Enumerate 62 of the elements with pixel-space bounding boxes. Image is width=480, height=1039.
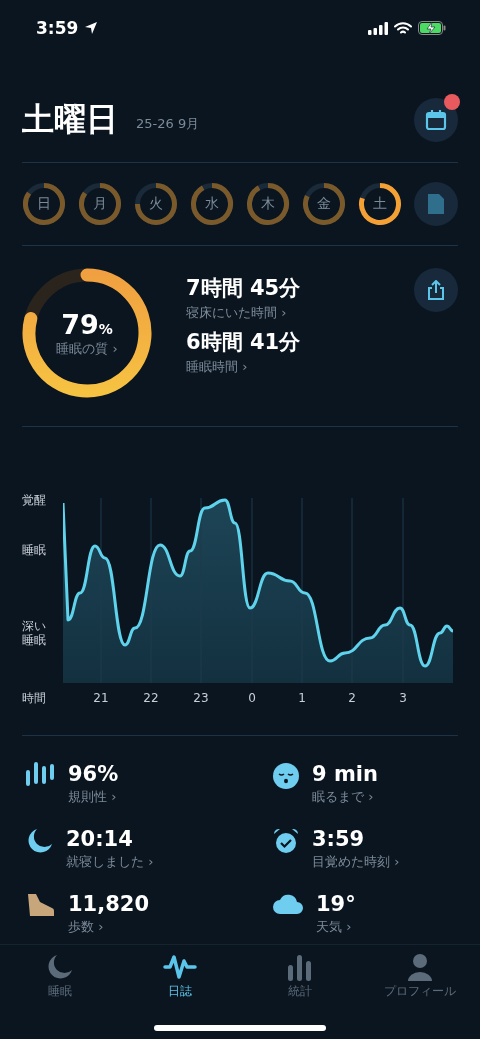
shoe-icon xyxy=(26,892,56,918)
stat-link[interactable]: 天気 › xyxy=(316,918,356,936)
report-button[interactable] xyxy=(414,182,458,226)
stat-value: 96% xyxy=(68,762,119,786)
day-ring[interactable]: 木 xyxy=(246,182,290,226)
quality-percent: 79% xyxy=(61,308,113,340)
location-arrow-icon xyxy=(84,21,99,35)
stat-link[interactable]: 目覚めた時刻 › xyxy=(312,853,400,871)
tab-item[interactable]: 睡眠 xyxy=(0,945,120,1007)
moon-icon xyxy=(46,953,74,981)
person-icon xyxy=(406,953,434,981)
stat-value: 9 min xyxy=(312,762,378,786)
stage-label: 覚醒 xyxy=(22,493,47,508)
hour-label: 22 xyxy=(143,691,159,705)
day-title: 土曜日 xyxy=(22,99,118,140)
duration-link[interactable]: 睡眠時間 › xyxy=(186,358,301,376)
sleeping-face-icon xyxy=(272,762,300,790)
hour-label: 0 xyxy=(248,691,256,705)
date-range: 25-26 9月 xyxy=(136,115,200,133)
stat-link[interactable]: 就寝しました › xyxy=(66,853,154,871)
signal-icon xyxy=(368,21,388,35)
stat-link[interactable]: 眠るまで › xyxy=(312,788,378,806)
day-ring[interactable]: 月 xyxy=(78,182,122,226)
tab-item[interactable]: 日誌 xyxy=(120,945,240,1007)
hour-label: 23 xyxy=(193,691,209,705)
alarm-clock-icon xyxy=(272,827,300,855)
day-ring[interactable]: 土 xyxy=(358,182,402,226)
stat-value: 20:14 xyxy=(66,827,134,851)
battery-charging-icon xyxy=(418,21,446,35)
day-ring[interactable]: 日 xyxy=(22,182,66,226)
day-ring[interactable]: 火 xyxy=(134,182,178,226)
stat-value: 3:59 xyxy=(312,827,366,851)
duration-link[interactable]: 寝床にいた時間 › xyxy=(186,304,301,322)
wave-icon xyxy=(163,953,197,981)
stat-value: 11,820 xyxy=(68,892,150,916)
tab-item[interactable]: プロフィール xyxy=(360,945,480,1007)
day-ring[interactable]: 金 xyxy=(302,182,346,226)
stage-label: 睡眠 xyxy=(22,543,47,558)
cloud-icon xyxy=(272,892,304,916)
stat-link[interactable]: 規則性 › xyxy=(68,788,119,806)
stat-value: 19° xyxy=(316,892,356,916)
axis-title: 時間 xyxy=(22,691,47,706)
hour-label: 1 xyxy=(298,691,306,705)
quality-link[interactable]: 睡眠の質 › xyxy=(56,339,118,358)
day-ring[interactable]: 水 xyxy=(190,182,234,226)
bars-icon xyxy=(26,762,56,788)
hour-label: 2 xyxy=(348,691,356,705)
document-icon xyxy=(427,193,445,215)
duration-value: 6時間 41分 xyxy=(186,329,301,356)
hour-label: 21 xyxy=(93,691,109,705)
tab-item[interactable]: 統計 xyxy=(240,945,360,1007)
stage-label: 深い睡眠 xyxy=(22,619,47,648)
share-icon xyxy=(427,280,445,300)
calendar-icon xyxy=(425,109,447,131)
moon-icon xyxy=(26,827,54,855)
hour-label: 3 xyxy=(399,691,407,705)
status-time: 3:59 xyxy=(36,18,79,38)
wifi-icon xyxy=(394,21,412,35)
bar-chart-icon xyxy=(287,953,313,981)
stat-link[interactable]: 歩数 › xyxy=(68,918,150,936)
share-button[interactable] xyxy=(414,268,458,312)
duration-value: 7時間 45分 xyxy=(186,275,301,302)
